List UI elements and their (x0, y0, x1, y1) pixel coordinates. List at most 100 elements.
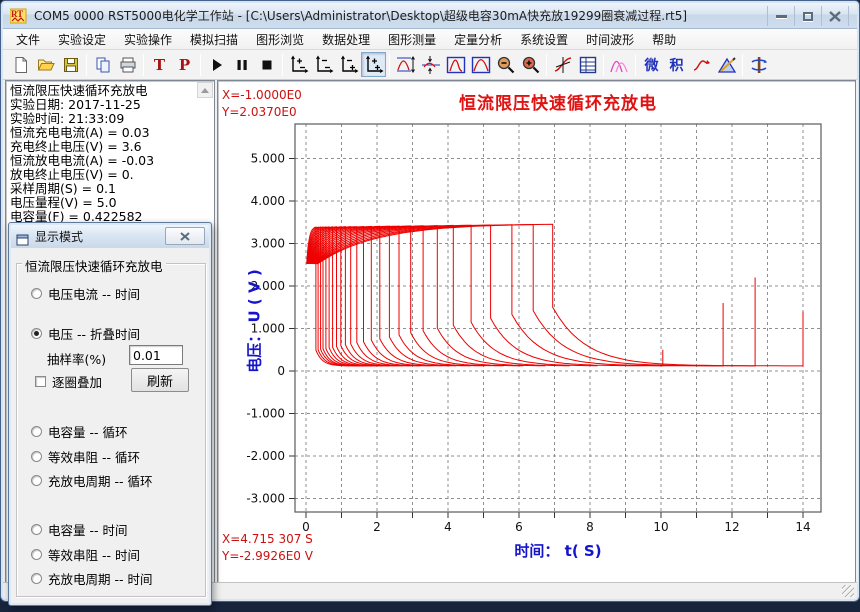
smooth-curve-button[interactable] (689, 52, 714, 77)
axis-minus-plus-icon (339, 55, 359, 75)
axis-minus-minus-button[interactable] (311, 52, 336, 77)
menu-help[interactable]: 帮助 (643, 28, 685, 51)
maximize-button[interactable] (795, 6, 822, 26)
overlay-peaks-button[interactable] (607, 52, 632, 77)
radio-cycle-period-vs-cycle[interactable]: 充放电周期 -- 循环 (31, 472, 152, 488)
svg-text:3.000: 3.000 (251, 237, 285, 251)
dialog-title-bar[interactable]: 显示模式 (11, 225, 209, 248)
menu-data-processing[interactable]: 数据处理 (313, 28, 379, 51)
full-view-button[interactable] (468, 52, 493, 77)
derivative-button[interactable]: 微 (639, 52, 664, 77)
text-P-icon: P (179, 56, 190, 74)
print-button[interactable] (115, 52, 140, 77)
close-button[interactable] (822, 6, 849, 26)
info-line: 电压量程(V) = 5.0 (10, 196, 213, 210)
save-icon (62, 56, 80, 74)
menu-graph-browse[interactable]: 图形浏览 (247, 28, 313, 51)
radio-voltage-vs-folded-time[interactable]: 电压 -- 折叠时间 (31, 325, 140, 341)
info-line: 恒流充电电流(A) = 0.03 (10, 126, 213, 140)
close-icon (180, 232, 190, 241)
copy-icon (94, 56, 112, 74)
voltage-time-plot[interactable]: 024681012145.0004.0003.0002.0001.0000-1.… (218, 81, 857, 585)
toolbar-separator (635, 54, 636, 76)
menu-system-settings[interactable]: 系统设置 (511, 28, 577, 51)
svg-text:-1.000: -1.000 (246, 407, 285, 421)
groupbox-legend: 恒流限压快速循环充放电 (22, 256, 166, 275)
menu-experiment-operation[interactable]: 实验操作 (115, 28, 181, 51)
menu-quantitative-analysis[interactable]: 定量分析 (445, 28, 511, 51)
menu-simulated-scan[interactable]: 模拟扫描 (181, 28, 247, 51)
open-file-button[interactable] (33, 52, 58, 77)
info-line: 充电终止电压(V) = 3.6 (10, 140, 213, 154)
window-title: COM5 0000 RST5000电化学工作站 - [C:\Users\Admi… (34, 7, 687, 24)
pause-button[interactable] (229, 52, 254, 77)
new-document-button[interactable] (8, 52, 33, 77)
axis-plus-plus-button[interactable] (361, 52, 386, 77)
tangent-button[interactable] (550, 52, 575, 77)
text-T-button[interactable]: T (147, 52, 172, 77)
minimize-button[interactable] (768, 6, 795, 26)
radio-capacitance-vs-cycle[interactable]: 电容量 -- 循环 (31, 423, 127, 439)
zoom-window-icon (446, 55, 466, 75)
scale-y-expand-button[interactable] (393, 52, 418, 77)
stop-button[interactable] (254, 52, 279, 77)
menu-time-waveform[interactable]: 时间波形 (577, 28, 643, 51)
window-controls (767, 6, 849, 26)
title-bar: RT COM5 0000 RST5000电化学工作站 - [C:\Users\A… (3, 3, 857, 29)
radio-icon (31, 288, 42, 299)
info-line: 恒流放电电流(A) = -0.03 (10, 154, 213, 168)
resize-grip-icon[interactable] (842, 585, 854, 597)
scale-y-expand-icon (396, 55, 416, 75)
radio-icon (31, 573, 42, 584)
desktop: { "window": { "title": "COM5 0000 RST500… (0, 0, 860, 612)
copy-button[interactable] (90, 52, 115, 77)
radio-esr-vs-time[interactable]: 等效串阻 -- 时间 (31, 546, 140, 562)
radio-cycle-period-vs-time[interactable]: 充放电周期 -- 时间 (31, 570, 152, 586)
zoom-in-icon (521, 55, 541, 75)
zoom-out-icon (496, 55, 516, 75)
zoom-out-button[interactable] (493, 52, 518, 77)
svg-text:10: 10 (653, 520, 668, 534)
play-icon (209, 57, 225, 73)
overlay-per-cycle-checkbox-row[interactable]: 逐圈叠加 (35, 372, 102, 391)
axis-minus-plus-button[interactable] (336, 52, 361, 77)
svg-text:RT: RT (11, 9, 23, 19)
info-line: 放电终止电压(V) = 0. (10, 168, 213, 182)
svg-text:5.000: 5.000 (251, 152, 285, 166)
zoom-in-button[interactable] (518, 52, 543, 77)
axis-plus-minus-button[interactable] (286, 52, 311, 77)
menu-file[interactable]: 文件 (7, 28, 49, 51)
scroll-up-button[interactable] (197, 82, 213, 98)
integral-button[interactable]: 积 (664, 52, 689, 77)
scale-y-compress-button[interactable] (418, 52, 443, 77)
chart-panel[interactable]: 024681012145.0004.0003.0002.0001.0000-1.… (217, 80, 856, 584)
menu-experiment-setup[interactable]: 实验设定 (49, 28, 115, 51)
annotate-button[interactable] (714, 52, 739, 77)
new-document-icon (12, 56, 30, 74)
radio-icon (31, 328, 42, 339)
dialog-title: 显示模式 (35, 228, 83, 245)
save-button[interactable] (58, 52, 83, 77)
integral-icon: 积 (670, 55, 684, 75)
run-button[interactable] (204, 52, 229, 77)
zoom-window-button[interactable] (443, 52, 468, 77)
display-mode-dialog[interactable]: 显示模式 恒流限压快速循环充放电 电压电流 -- 时间 电压 -- 折叠时间 抽… (8, 222, 212, 606)
radio-voltage-current-vs-time[interactable]: 电压电流 -- 时间 (31, 285, 140, 301)
text-P-button[interactable]: P (172, 52, 197, 77)
pause-icon (234, 57, 250, 73)
rotate-3d-icon (749, 55, 769, 75)
arrow-up-icon (201, 88, 209, 93)
refresh-button[interactable]: 刷新 (131, 368, 189, 392)
svg-text:0: 0 (277, 364, 285, 378)
dialog-close-button[interactable] (165, 227, 205, 245)
data-table-button[interactable] (575, 52, 600, 77)
rotate-3d-button[interactable] (746, 52, 771, 77)
svg-text:12: 12 (724, 520, 739, 534)
menu-graph-measure[interactable]: 图形测量 (379, 28, 445, 51)
radio-capacitance-vs-time[interactable]: 电容量 -- 时间 (31, 521, 127, 537)
svg-text:6: 6 (515, 520, 523, 534)
radio-icon (31, 426, 42, 437)
radio-esr-vs-cycle[interactable]: 等效串阻 -- 循环 (31, 448, 140, 464)
overlay-peaks-icon (610, 55, 630, 75)
sample-rate-input[interactable] (129, 345, 183, 365)
